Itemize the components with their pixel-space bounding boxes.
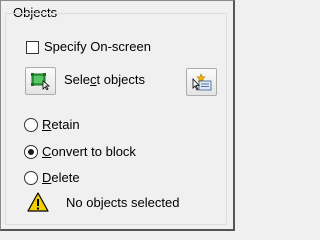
radio-delete-circle[interactable] bbox=[24, 171, 38, 185]
quick-select-icon bbox=[192, 73, 211, 91]
radio-delete[interactable]: Delete bbox=[24, 170, 80, 186]
radio-delete-label: Delete bbox=[42, 170, 80, 185]
specify-onscreen-checkbox[interactable]: Specify On-screen bbox=[26, 39, 151, 55]
select-objects-button[interactable] bbox=[25, 67, 56, 95]
radio-convert-circle[interactable] bbox=[24, 145, 38, 159]
specify-onscreen-label: Specify On-screen bbox=[44, 39, 151, 54]
quick-select-button[interactable] bbox=[186, 68, 217, 96]
radio-retain-circle[interactable] bbox=[24, 118, 38, 132]
status-text: No objects selected bbox=[66, 195, 180, 210]
warning-icon bbox=[27, 192, 49, 212]
radio-convert-to-block[interactable]: Convert to block bbox=[24, 144, 136, 160]
radio-convert-label: Convert to block bbox=[42, 144, 136, 159]
radio-retain-label: Retain bbox=[42, 117, 80, 132]
radio-retain[interactable]: Retain bbox=[24, 117, 80, 133]
objects-panel: Objects Specify On-screen Sele c t objects bbox=[0, 0, 235, 231]
checkbox-box[interactable] bbox=[26, 40, 39, 54]
select-objects-label: Sele c t objects bbox=[64, 72, 145, 87]
select-objects-icon bbox=[30, 73, 50, 90]
